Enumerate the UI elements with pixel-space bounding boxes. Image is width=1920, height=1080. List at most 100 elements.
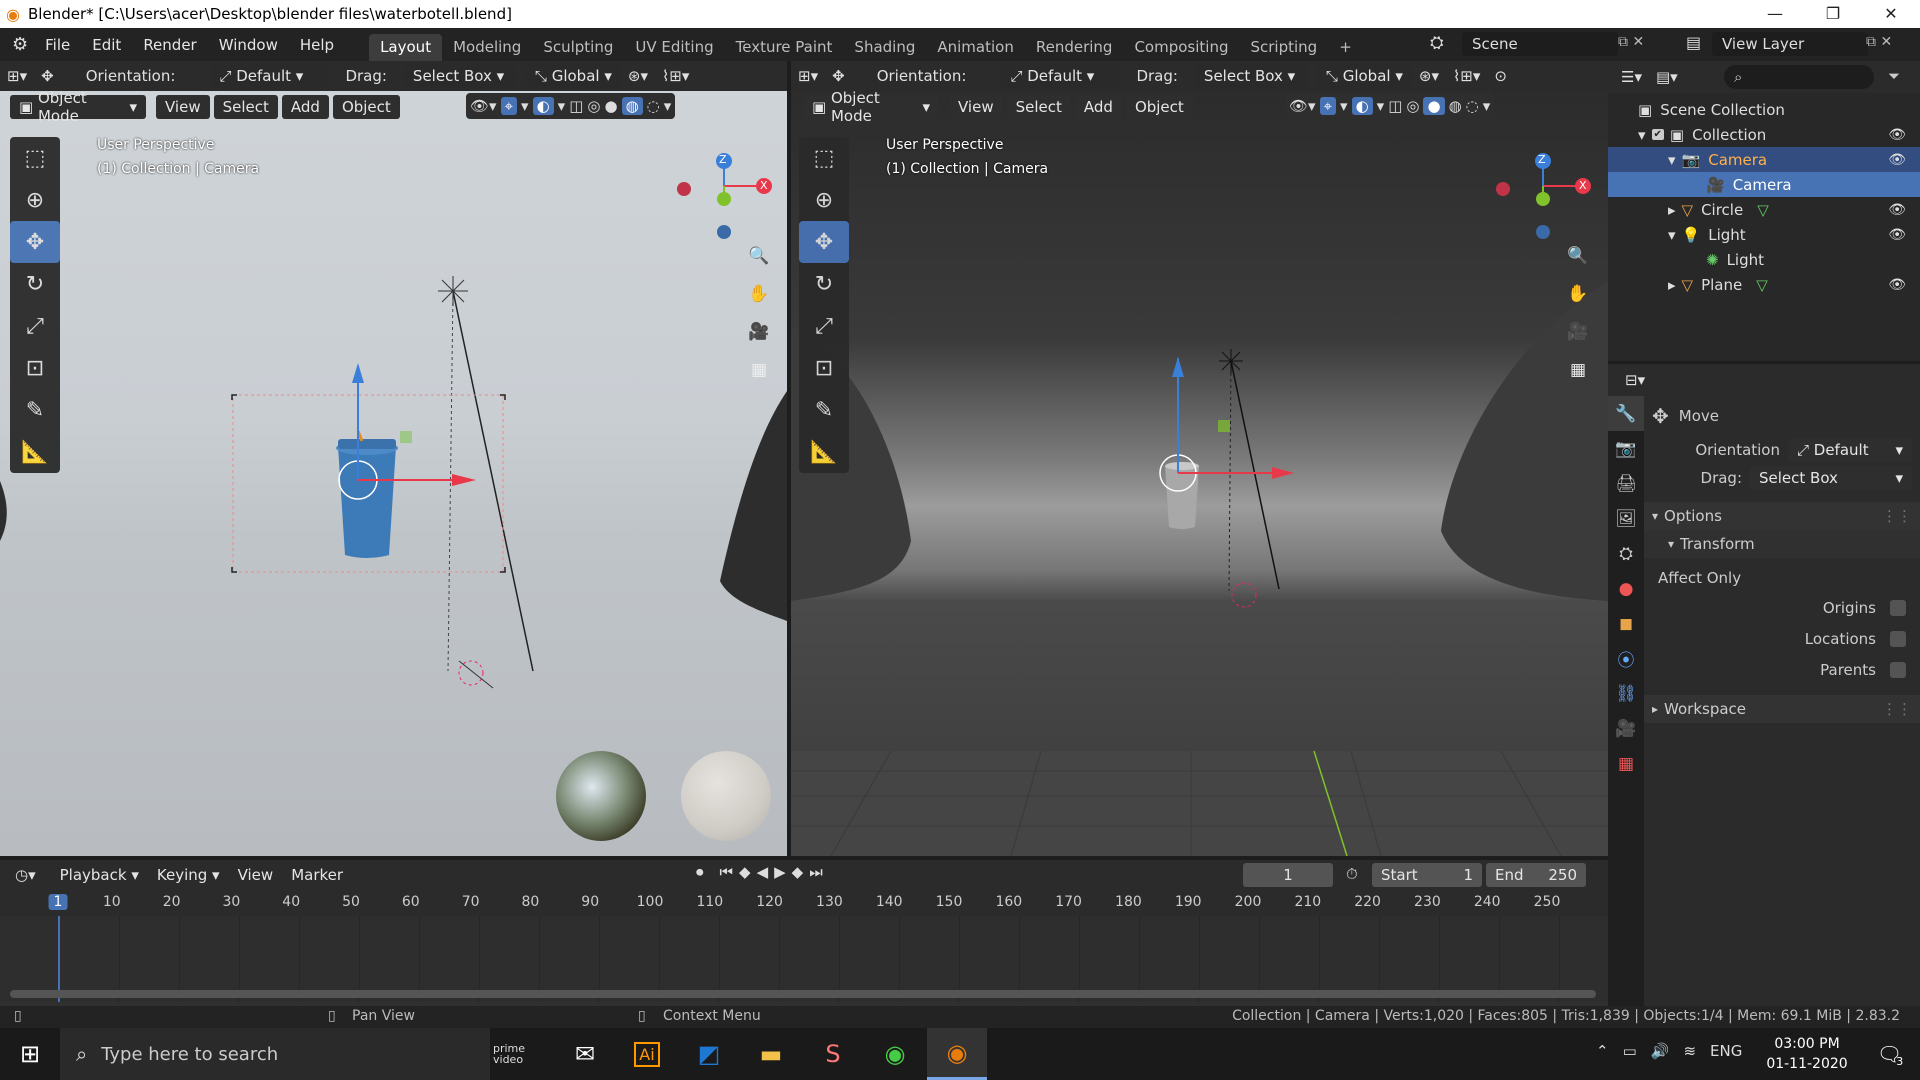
language-indicator[interactable]: ENG [1710,1042,1742,1060]
tab-animation[interactable]: Animation [926,34,1024,61]
mesh-data-icon[interactable]: ▽ [1757,201,1769,219]
restore-icon[interactable]: ❐ [1804,0,1862,28]
expand-arrow-icon[interactable]: ▾ [1638,126,1646,144]
outliner-editor-type-icon[interactable]: ☰▾ [1614,65,1649,89]
properties-editor-type-icon[interactable]: ⊟▾ [1618,368,1652,392]
origins-checkbox[interactable] [1890,599,1906,616]
grid-view-icon[interactable]: ▦ [1561,353,1595,387]
view-layer-selector[interactable]: View Layer [1712,32,1868,56]
menu-file[interactable]: File [34,36,81,54]
options-panel-header[interactable]: ▾ Options ⋮⋮ [1644,502,1920,530]
scale-tool-icon[interactable]: ⤢ [799,305,849,347]
playback-menu[interactable]: Playback ▾ [50,863,148,887]
wifi-icon[interactable]: ≋ [1683,1042,1696,1060]
expand-arrow-icon[interactable]: ▾ [1668,226,1676,244]
move-tool-button[interactable]: ✥ [10,221,60,263]
mail-icon[interactable]: ✉ [555,1028,615,1080]
notification-icon[interactable]: 🗨 3 [1860,1028,1920,1080]
outliner-search-input[interactable]: ⌕ [1724,65,1874,89]
parents-row[interactable]: Parents [1644,654,1920,685]
measure-tool-icon[interactable]: 📐 [799,431,849,473]
parents-checkbox[interactable] [1890,661,1906,678]
eye-icon[interactable]: 👁 [1888,227,1906,243]
blender-taskbar-icon[interactable]: ◉ [927,1028,987,1080]
transform-subpanel-header[interactable]: ▾ Transform [1644,530,1920,558]
modifier-tab-icon[interactable]: ⦿ [1608,641,1644,676]
menu-edit[interactable]: Edit [81,36,132,54]
scene-selector[interactable]: Scene [1462,32,1618,56]
outliner-row-circle[interactable]: ▸ ▽ Circle ▽ 👁 [1608,197,1920,222]
outliner-row-scene-collection[interactable]: ▣ Scene Collection [1608,97,1920,122]
rotate-tool-icon[interactable]: ↻ [799,263,849,305]
axis-gizmo-icon[interactable] [672,141,782,251]
display-mode-icon[interactable]: ▤▾ [1649,65,1685,89]
expand-arrow-icon[interactable]: ▸ [1668,201,1676,219]
measure-tool-icon[interactable]: 📐 [10,431,60,473]
outliner-row-light-data[interactable]: ✺ Light [1608,247,1920,272]
record-icon[interactable]: ⏺ [696,863,704,881]
menu-help[interactable]: Help [289,36,345,54]
frame-ruler[interactable]: 1 10 20 30 40 50 60 70 80 90 100 110 120 130 140 150 160… [0,890,1608,916]
scene-tab-icon[interactable]: ⛭ [1608,536,1644,571]
tab-texture-paint[interactable]: Texture Paint [725,34,844,61]
outliner-row-light[interactable]: ▾ 💡 Light 👁 [1608,222,1920,247]
battery-icon[interactable]: ▭ [1623,1042,1637,1060]
eye-icon[interactable]: 👁 [1888,152,1906,168]
tool-tab-icon[interactable]: 🔧 [1608,396,1644,431]
tab-sculpting[interactable]: Sculpting [532,34,624,61]
camera-view-icon[interactable]: 🎥 [1561,315,1595,349]
world-tab-icon[interactable]: ● [1608,571,1644,606]
origins-row[interactable]: Origins [1644,592,1920,623]
eye-icon[interactable]: 👁 [1888,127,1906,143]
workspace-panel-header[interactable]: ▸ Workspace ⋮⋮ [1644,695,1920,723]
outliner-row-camera[interactable]: ▾ 📷 Camera 👁 [1608,147,1920,172]
tab-modeling[interactable]: Modeling [442,34,532,61]
expand-arrow-icon[interactable]: ▾ [1668,151,1676,169]
outliner-row-plane[interactable]: ▸ ▽ Plane ▽ 👁 [1608,272,1920,297]
transform-tool-icon[interactable]: ⊡ [10,347,60,389]
drag-handle-icon[interactable]: ⋮⋮ [1882,507,1912,525]
select-box-tool-icon[interactable]: ⬚ [799,137,849,179]
outlook-icon[interactable]: ◩ [679,1028,739,1080]
locations-checkbox[interactable] [1890,630,1906,647]
next-keyframe-icon[interactable]: ◆ [792,863,804,881]
zoom-icon[interactable]: 🔍 [742,239,776,273]
viewport-right[interactable]: ⊞▾ ✥ Orientation: ⤢ Default ▾ Drag: Sele… [791,61,1608,856]
tab-uv-editing[interactable]: UV Editing [624,34,724,61]
checkbox-icon[interactable]: ✔ [1651,129,1664,140]
prime-video-icon[interactable]: prime video [493,1028,553,1080]
texture-tab-icon[interactable]: ▦ [1608,746,1644,781]
file-explorer-icon[interactable]: ▬ [741,1028,801,1080]
prev-keyframe-icon[interactable]: ◆ [739,863,751,881]
preview-range-icon[interactable]: ⏱ [1346,865,1358,883]
grid-view-icon[interactable]: ▦ [742,353,776,387]
zoom-icon[interactable]: 🔍 [1561,239,1595,273]
object-data-tab-icon[interactable]: 🎥 [1608,711,1644,746]
drag-dropdown[interactable]: Select Box ▾ [1750,466,1912,490]
move-tool-button[interactable]: ✥ [799,221,849,263]
constraint-tab-icon[interactable]: ⛓ [1608,676,1644,711]
sublime-text-icon[interactable]: S [803,1028,863,1080]
blender-menu-icon[interactable]: ⚙ [12,34,28,55]
mesh-data-icon[interactable]: ▽ [1756,276,1768,294]
axis-gizmo-icon[interactable] [1491,141,1601,251]
close-icon[interactable]: ✕ [1862,0,1920,28]
pan-hand-icon[interactable]: ✋ [1561,277,1595,311]
keying-menu[interactable]: Keying ▾ [147,863,229,887]
rotate-tool-icon[interactable]: ↻ [10,263,60,305]
tab-shading[interactable]: Shading [843,34,926,61]
tab-compositing[interactable]: Compositing [1123,34,1239,61]
tab-rendering[interactable]: Rendering [1025,34,1124,61]
filter-icon[interactable]: ⏷ [1888,67,1900,85]
start-frame-field[interactable]: Start 1 [1372,863,1482,887]
marker-menu[interactable]: Marker [282,863,353,887]
tray-chevron-icon[interactable]: ⌃ [1596,1042,1609,1060]
timeline-view-menu[interactable]: View [228,863,283,887]
jump-end-icon[interactable]: ⏭ [809,863,823,881]
locations-row[interactable]: Locations [1644,623,1920,654]
annotate-tool-icon[interactable]: ✎ [10,389,60,431]
play-icon[interactable]: ▶ [774,863,786,881]
outliner-row-camera-data[interactable]: 🎥 Camera [1608,172,1920,197]
cursor-tool-icon[interactable]: ⊕ [799,179,849,221]
menu-render[interactable]: Render [132,36,207,54]
